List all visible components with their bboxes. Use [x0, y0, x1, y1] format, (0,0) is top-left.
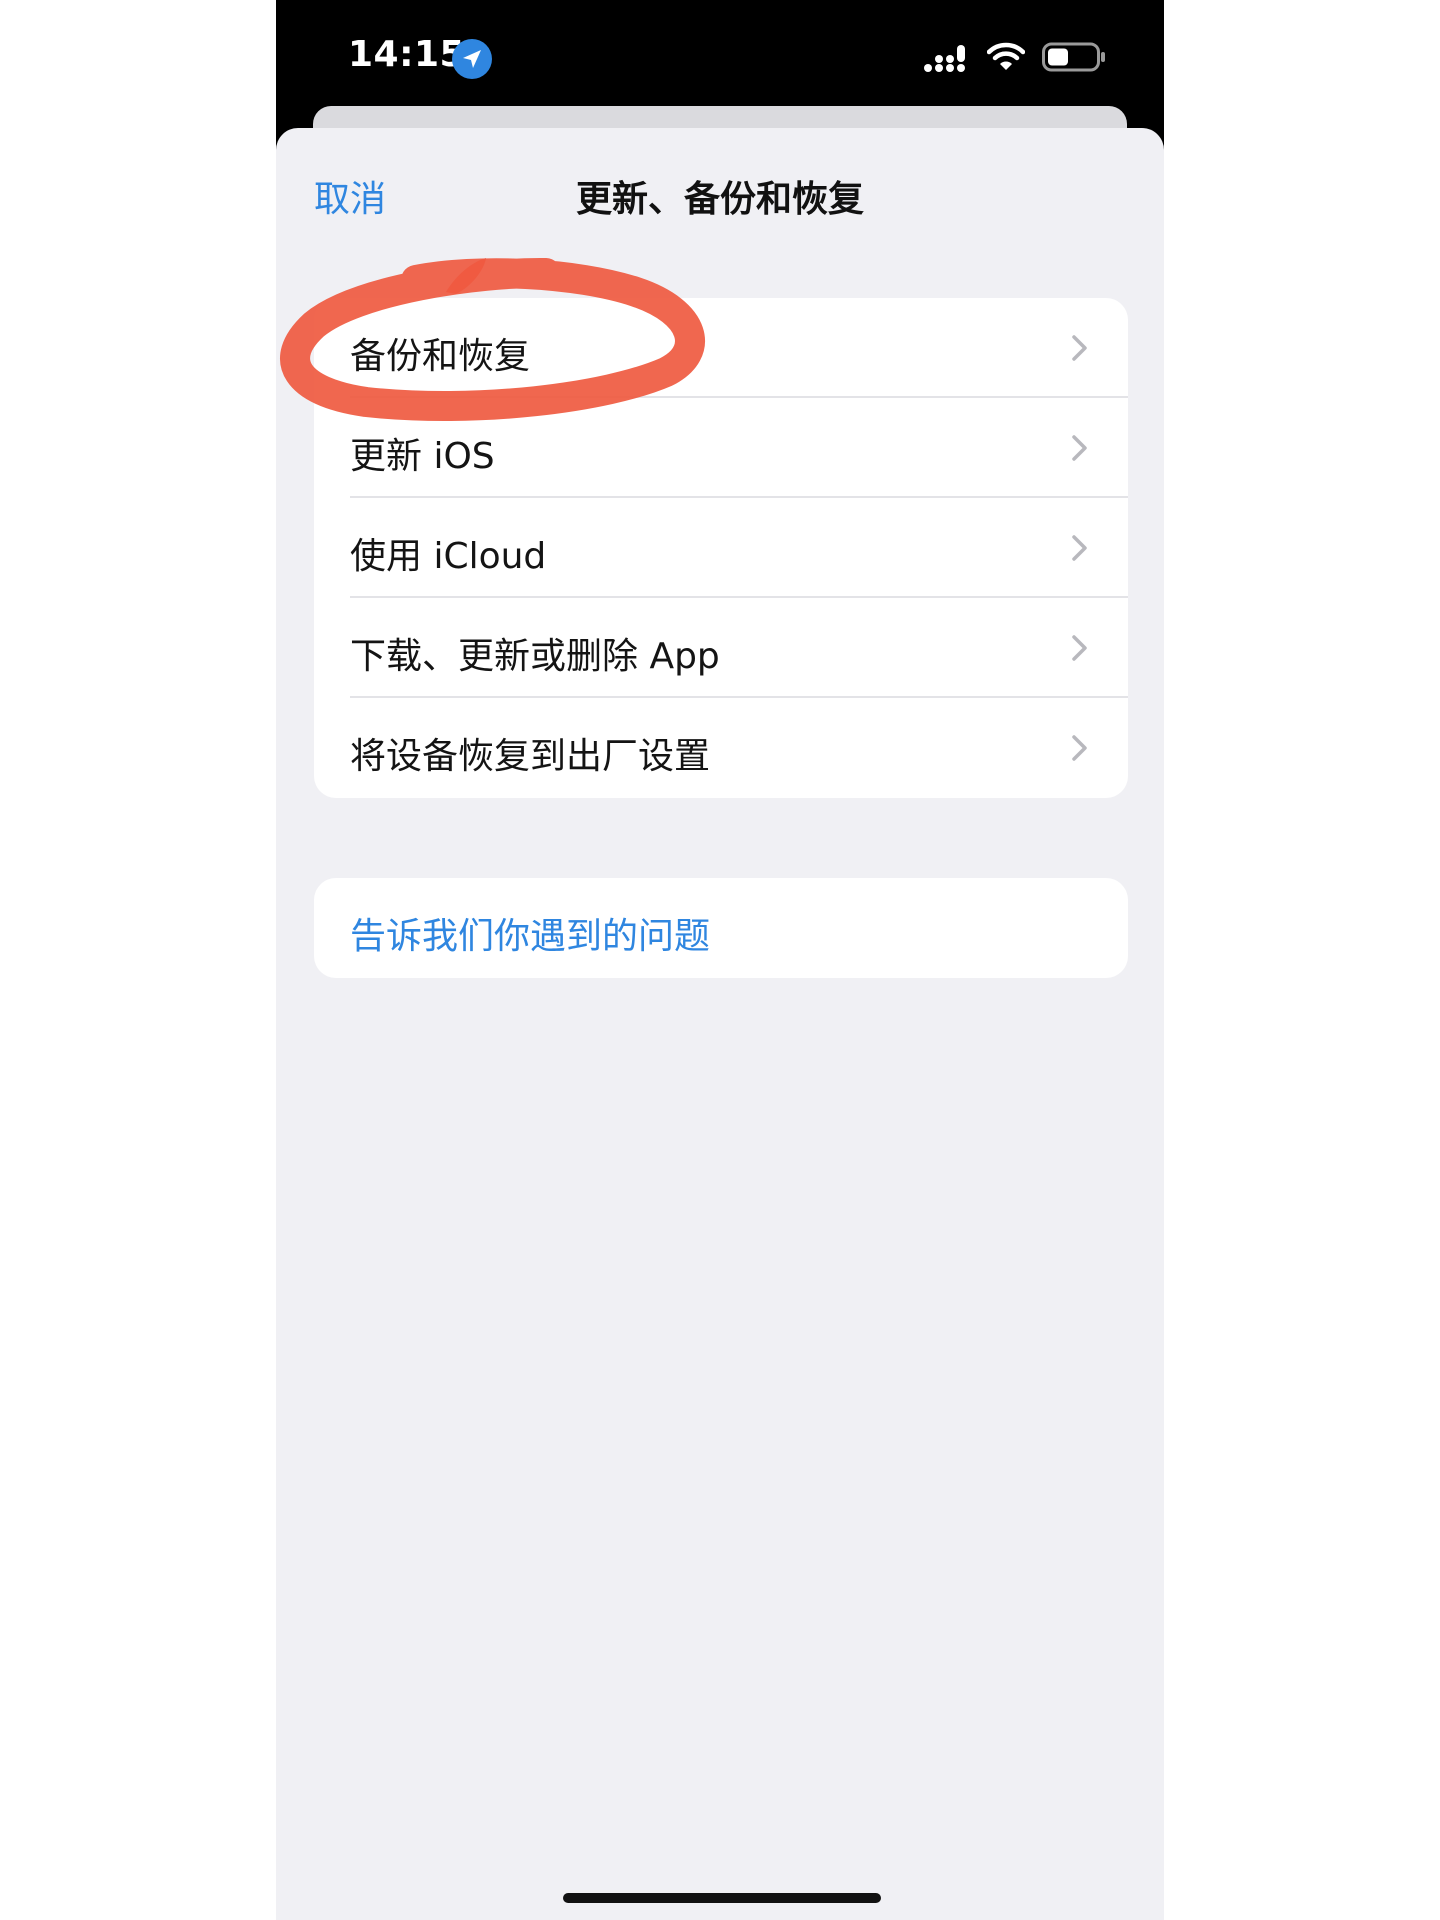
list-item-label: 备份和恢复: [350, 336, 531, 377]
list-item-label: 使用 iCloud: [350, 536, 547, 577]
page-title: 更新、备份和恢复: [575, 179, 864, 220]
status-bar: 14:15: [276, 0, 1164, 110]
feedback-label: 告诉我们你遇到的问题: [350, 916, 711, 957]
settings-sheet: 取消 更新、备份和恢复 备份和恢复 更新 iOS 使用 iCloud 下载、更新…: [276, 128, 1164, 1920]
feedback-group: 告诉我们你遇到的问题: [314, 878, 1128, 978]
chevron-right-icon: [1072, 735, 1087, 761]
list-item-label: 更新 iOS: [350, 436, 495, 477]
home-indicator: [563, 1893, 881, 1903]
phone-screen: 14:15 取消 更新、备份和恢复 备份和恢复 更新 iOS 使用 iCloud…: [276, 0, 1164, 1920]
options-list: 备份和恢复 更新 iOS 使用 iCloud 下载、更新或删除 App 将设备恢: [314, 298, 1128, 798]
chevron-right-icon: [1072, 435, 1087, 461]
chevron-right-icon: [1072, 535, 1087, 561]
battery-icon: [1042, 42, 1105, 72]
list-item-label: 将设备恢复到出厂设置: [350, 736, 711, 777]
feedback-link[interactable]: 告诉我们你遇到的问题: [314, 878, 1128, 978]
status-time: 14:15: [348, 34, 466, 75]
list-item-factory-reset[interactable]: 将设备恢复到出厂设置: [314, 698, 1128, 798]
list-item-backup-restore[interactable]: 备份和恢复: [314, 298, 1128, 398]
list-item-manage-apps[interactable]: 下载、更新或删除 App: [314, 598, 1128, 698]
location-arrow-icon: [452, 39, 492, 79]
list-item-label: 下载、更新或删除 App: [350, 636, 720, 677]
cellular-signal-icon: [924, 45, 965, 72]
list-item-use-icloud[interactable]: 使用 iCloud: [314, 498, 1128, 598]
chevron-right-icon: [1072, 635, 1087, 661]
wifi-icon: [987, 42, 1025, 70]
chevron-right-icon: [1072, 335, 1087, 361]
list-item-update-ios[interactable]: 更新 iOS: [314, 398, 1128, 498]
